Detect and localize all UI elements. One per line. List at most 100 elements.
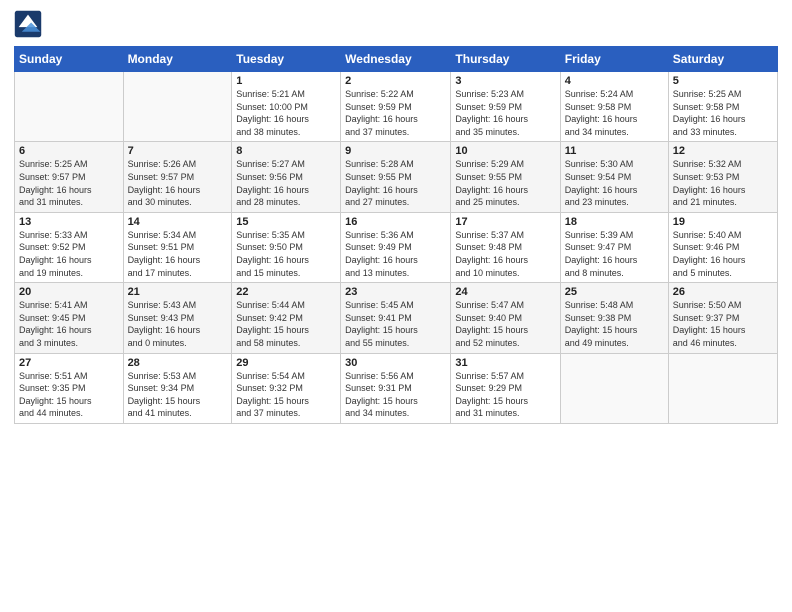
day-info: Sunrise: 5:21 AM Sunset: 10:00 PM Daylig… xyxy=(236,88,336,138)
calendar-cell: 26Sunrise: 5:50 AM Sunset: 9:37 PM Dayli… xyxy=(668,283,777,353)
calendar-day-header: Wednesday xyxy=(341,47,451,72)
day-info: Sunrise: 5:39 AM Sunset: 9:47 PM Dayligh… xyxy=(565,229,664,279)
calendar-cell: 11Sunrise: 5:30 AM Sunset: 9:54 PM Dayli… xyxy=(560,142,668,212)
calendar-cell: 17Sunrise: 5:37 AM Sunset: 9:48 PM Dayli… xyxy=(451,212,560,282)
day-info: Sunrise: 5:24 AM Sunset: 9:58 PM Dayligh… xyxy=(565,88,664,138)
calendar-cell xyxy=(560,353,668,423)
day-number: 14 xyxy=(128,216,228,228)
day-number: 12 xyxy=(673,145,773,157)
calendar-cell: 14Sunrise: 5:34 AM Sunset: 9:51 PM Dayli… xyxy=(123,212,232,282)
day-info: Sunrise: 5:57 AM Sunset: 9:29 PM Dayligh… xyxy=(455,370,555,420)
calendar-cell: 30Sunrise: 5:56 AM Sunset: 9:31 PM Dayli… xyxy=(341,353,451,423)
day-number: 13 xyxy=(19,216,119,228)
day-number: 2 xyxy=(345,75,446,87)
day-info: Sunrise: 5:35 AM Sunset: 9:50 PM Dayligh… xyxy=(236,229,336,279)
day-number: 4 xyxy=(565,75,664,87)
calendar-day-header: Saturday xyxy=(668,47,777,72)
day-info: Sunrise: 5:27 AM Sunset: 9:56 PM Dayligh… xyxy=(236,158,336,208)
day-info: Sunrise: 5:33 AM Sunset: 9:52 PM Dayligh… xyxy=(19,229,119,279)
day-info: Sunrise: 5:51 AM Sunset: 9:35 PM Dayligh… xyxy=(19,370,119,420)
day-info: Sunrise: 5:54 AM Sunset: 9:32 PM Dayligh… xyxy=(236,370,336,420)
day-number: 24 xyxy=(455,286,555,298)
calendar-cell: 21Sunrise: 5:43 AM Sunset: 9:43 PM Dayli… xyxy=(123,283,232,353)
calendar-day-header: Sunday xyxy=(15,47,124,72)
day-number: 9 xyxy=(345,145,446,157)
header xyxy=(14,10,778,38)
calendar-day-header: Friday xyxy=(560,47,668,72)
calendar-week-row: 1Sunrise: 5:21 AM Sunset: 10:00 PM Dayli… xyxy=(15,72,778,142)
calendar-cell: 4Sunrise: 5:24 AM Sunset: 9:58 PM Daylig… xyxy=(560,72,668,142)
calendar-cell: 31Sunrise: 5:57 AM Sunset: 9:29 PM Dayli… xyxy=(451,353,560,423)
day-info: Sunrise: 5:29 AM Sunset: 9:55 PM Dayligh… xyxy=(455,158,555,208)
calendar-cell: 19Sunrise: 5:40 AM Sunset: 9:46 PM Dayli… xyxy=(668,212,777,282)
calendar-cell: 7Sunrise: 5:26 AM Sunset: 9:57 PM Daylig… xyxy=(123,142,232,212)
day-number: 1 xyxy=(236,75,336,87)
calendar-cell: 16Sunrise: 5:36 AM Sunset: 9:49 PM Dayli… xyxy=(341,212,451,282)
calendar-cell: 23Sunrise: 5:45 AM Sunset: 9:41 PM Dayli… xyxy=(341,283,451,353)
calendar-cell: 22Sunrise: 5:44 AM Sunset: 9:42 PM Dayli… xyxy=(232,283,341,353)
day-info: Sunrise: 5:34 AM Sunset: 9:51 PM Dayligh… xyxy=(128,229,228,279)
calendar-cell: 18Sunrise: 5:39 AM Sunset: 9:47 PM Dayli… xyxy=(560,212,668,282)
day-number: 20 xyxy=(19,286,119,298)
calendar-week-row: 27Sunrise: 5:51 AM Sunset: 9:35 PM Dayli… xyxy=(15,353,778,423)
page: SundayMondayTuesdayWednesdayThursdayFrid… xyxy=(0,0,792,438)
day-info: Sunrise: 5:26 AM Sunset: 9:57 PM Dayligh… xyxy=(128,158,228,208)
day-number: 18 xyxy=(565,216,664,228)
calendar-cell: 15Sunrise: 5:35 AM Sunset: 9:50 PM Dayli… xyxy=(232,212,341,282)
calendar-cell: 1Sunrise: 5:21 AM Sunset: 10:00 PM Dayli… xyxy=(232,72,341,142)
day-info: Sunrise: 5:47 AM Sunset: 9:40 PM Dayligh… xyxy=(455,299,555,349)
calendar-cell: 13Sunrise: 5:33 AM Sunset: 9:52 PM Dayli… xyxy=(15,212,124,282)
day-info: Sunrise: 5:22 AM Sunset: 9:59 PM Dayligh… xyxy=(345,88,446,138)
day-number: 27 xyxy=(19,357,119,369)
day-info: Sunrise: 5:36 AM Sunset: 9:49 PM Dayligh… xyxy=(345,229,446,279)
day-info: Sunrise: 5:37 AM Sunset: 9:48 PM Dayligh… xyxy=(455,229,555,279)
day-info: Sunrise: 5:44 AM Sunset: 9:42 PM Dayligh… xyxy=(236,299,336,349)
calendar-day-header: Monday xyxy=(123,47,232,72)
day-info: Sunrise: 5:56 AM Sunset: 9:31 PM Dayligh… xyxy=(345,370,446,420)
day-number: 31 xyxy=(455,357,555,369)
calendar-week-row: 20Sunrise: 5:41 AM Sunset: 9:45 PM Dayli… xyxy=(15,283,778,353)
day-number: 19 xyxy=(673,216,773,228)
calendar-week-row: 6Sunrise: 5:25 AM Sunset: 9:57 PM Daylig… xyxy=(15,142,778,212)
calendar-cell: 27Sunrise: 5:51 AM Sunset: 9:35 PM Dayli… xyxy=(15,353,124,423)
calendar-cell: 3Sunrise: 5:23 AM Sunset: 9:59 PM Daylig… xyxy=(451,72,560,142)
calendar-cell: 5Sunrise: 5:25 AM Sunset: 9:58 PM Daylig… xyxy=(668,72,777,142)
calendar: SundayMondayTuesdayWednesdayThursdayFrid… xyxy=(14,46,778,424)
day-number: 3 xyxy=(455,75,555,87)
day-number: 6 xyxy=(19,145,119,157)
day-info: Sunrise: 5:40 AM Sunset: 9:46 PM Dayligh… xyxy=(673,229,773,279)
calendar-cell: 9Sunrise: 5:28 AM Sunset: 9:55 PM Daylig… xyxy=(341,142,451,212)
calendar-cell: 28Sunrise: 5:53 AM Sunset: 9:34 PM Dayli… xyxy=(123,353,232,423)
calendar-cell: 29Sunrise: 5:54 AM Sunset: 9:32 PM Dayli… xyxy=(232,353,341,423)
day-number: 22 xyxy=(236,286,336,298)
day-number: 25 xyxy=(565,286,664,298)
day-number: 10 xyxy=(455,145,555,157)
day-info: Sunrise: 5:28 AM Sunset: 9:55 PM Dayligh… xyxy=(345,158,446,208)
day-number: 8 xyxy=(236,145,336,157)
day-number: 29 xyxy=(236,357,336,369)
calendar-day-header: Thursday xyxy=(451,47,560,72)
calendar-header-row: SundayMondayTuesdayWednesdayThursdayFrid… xyxy=(15,47,778,72)
calendar-cell: 10Sunrise: 5:29 AM Sunset: 9:55 PM Dayli… xyxy=(451,142,560,212)
day-info: Sunrise: 5:50 AM Sunset: 9:37 PM Dayligh… xyxy=(673,299,773,349)
day-info: Sunrise: 5:25 AM Sunset: 9:57 PM Dayligh… xyxy=(19,158,119,208)
calendar-cell: 24Sunrise: 5:47 AM Sunset: 9:40 PM Dayli… xyxy=(451,283,560,353)
day-number: 28 xyxy=(128,357,228,369)
day-number: 11 xyxy=(565,145,664,157)
calendar-cell xyxy=(668,353,777,423)
day-number: 21 xyxy=(128,286,228,298)
calendar-cell: 20Sunrise: 5:41 AM Sunset: 9:45 PM Dayli… xyxy=(15,283,124,353)
day-number: 16 xyxy=(345,216,446,228)
calendar-cell: 2Sunrise: 5:22 AM Sunset: 9:59 PM Daylig… xyxy=(341,72,451,142)
day-info: Sunrise: 5:30 AM Sunset: 9:54 PM Dayligh… xyxy=(565,158,664,208)
day-number: 15 xyxy=(236,216,336,228)
day-info: Sunrise: 5:41 AM Sunset: 9:45 PM Dayligh… xyxy=(19,299,119,349)
day-number: 30 xyxy=(345,357,446,369)
day-info: Sunrise: 5:48 AM Sunset: 9:38 PM Dayligh… xyxy=(565,299,664,349)
day-info: Sunrise: 5:43 AM Sunset: 9:43 PM Dayligh… xyxy=(128,299,228,349)
calendar-cell xyxy=(123,72,232,142)
calendar-week-row: 13Sunrise: 5:33 AM Sunset: 9:52 PM Dayli… xyxy=(15,212,778,282)
day-info: Sunrise: 5:23 AM Sunset: 9:59 PM Dayligh… xyxy=(455,88,555,138)
calendar-cell: 8Sunrise: 5:27 AM Sunset: 9:56 PM Daylig… xyxy=(232,142,341,212)
day-number: 7 xyxy=(128,145,228,157)
